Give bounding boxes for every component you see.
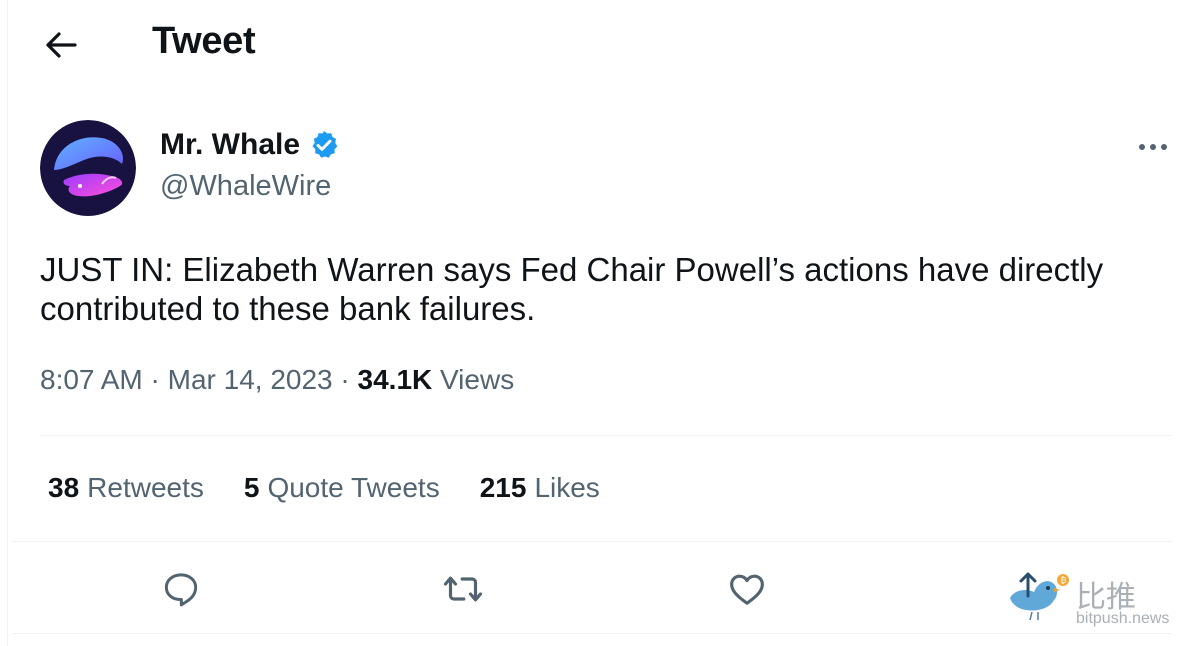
views-count: 34.1K <box>357 364 433 395</box>
author-handle[interactable]: @WhaleWire <box>160 170 331 203</box>
retweet-button[interactable] <box>440 566 486 612</box>
quotes-count: 5 <box>243 472 260 503</box>
column-border <box>7 0 8 646</box>
avatar[interactable] <box>40 120 136 216</box>
tweet-page: Tweet Mr. Whale @WhaleWire JUST IN: Eliz… <box>0 0 1204 646</box>
page-title: Tweet <box>152 20 256 62</box>
verified-badge-icon <box>312 131 338 158</box>
quotes-label: Quote Tweets <box>267 472 440 503</box>
reply-button[interactable] <box>158 566 204 612</box>
display-name[interactable]: Mr. Whale <box>160 128 300 162</box>
meta-separator: · <box>340 364 350 395</box>
arrow-left-icon <box>46 32 77 58</box>
tweet-date[interactable]: Mar 14, 2023 <box>168 364 333 395</box>
retweets-stat[interactable]: 38 Retweets <box>48 472 204 504</box>
retweets-label: Retweets <box>87 472 204 503</box>
divider <box>12 541 1172 542</box>
reply-icon <box>164 573 198 607</box>
tweet-text: JUST IN: Elizabeth Warren says Fed Chair… <box>40 251 1104 327</box>
views-link[interactable]: 34.1K Views <box>358 364 515 395</box>
like-button[interactable] <box>724 566 770 612</box>
more-horizontal-icon <box>1139 144 1167 150</box>
more-options-button[interactable] <box>1130 130 1176 164</box>
watermark-url: bitpush.news <box>1076 610 1170 627</box>
author-name-row: Mr. Whale <box>160 128 340 162</box>
meta-separator: · <box>150 364 160 395</box>
tweet-time[interactable]: 8:07 AM <box>40 364 143 395</box>
quote-tweets-stat[interactable]: 5 Quote Tweets <box>244 472 440 504</box>
likes-stat[interactable]: 215 Likes <box>480 472 600 504</box>
svg-text:₿: ₿ <box>1061 576 1067 585</box>
divider <box>40 435 1172 436</box>
retweets-count: 38 <box>48 472 80 503</box>
divider <box>12 633 1172 634</box>
bird-logo-icon: ₿ <box>1010 572 1069 621</box>
likes-label: Likes <box>534 472 600 503</box>
views-label: Views <box>440 364 515 395</box>
likes-count: 215 <box>479 472 527 503</box>
back-button[interactable] <box>40 24 82 66</box>
bitpush-watermark: ₿ 比推 bitpush.news <box>1004 568 1200 630</box>
heart-icon <box>730 574 764 605</box>
whale-avatar-icon <box>40 120 136 216</box>
tweet-meta: 8:07 AM · Mar 14, 2023 · 34.1K Views <box>40 364 514 396</box>
engagement-stats: 38 Retweets 5 Quote Tweets 215 Likes <box>48 472 600 504</box>
retweet-icon <box>443 576 483 602</box>
